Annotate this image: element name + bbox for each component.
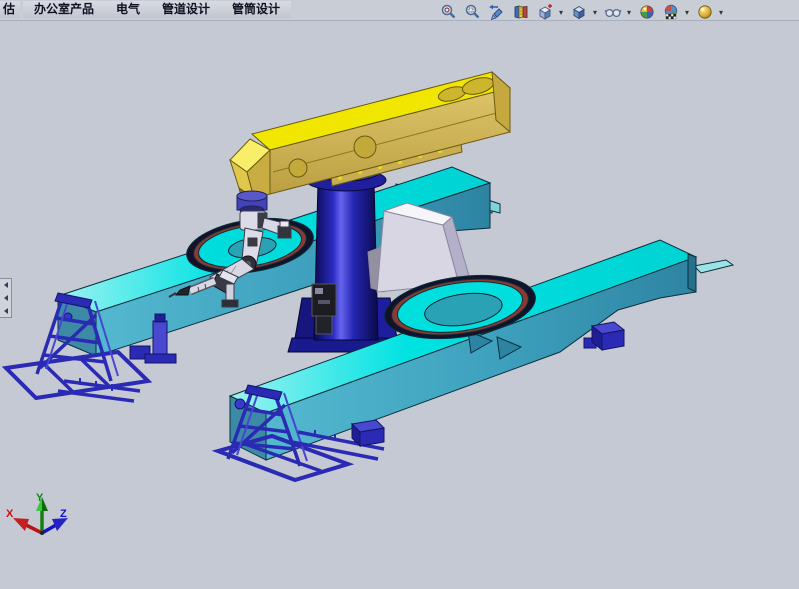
tab-electrical[interactable]: 电气 bbox=[105, 1, 151, 18]
view-orientation-dropdown-arrow[interactable]: ▾ bbox=[557, 8, 565, 17]
hide-show-items-button[interactable] bbox=[602, 2, 623, 22]
tab-tubing-design[interactable]: 管筒设计 bbox=[221, 1, 291, 18]
collapse-arrow-icon bbox=[4, 282, 8, 288]
checkered-sphere-icon bbox=[662, 3, 680, 21]
display-style-button[interactable] bbox=[568, 2, 589, 22]
tab-partial[interactable]: 估 bbox=[0, 1, 20, 18]
tab-piping-design[interactable]: 管道设计 bbox=[151, 1, 221, 18]
application-window: X Y Z 估 办公室产品 电气 管道设计 管筒设计 bbox=[0, 0, 799, 589]
edit-appearance-button[interactable] bbox=[636, 2, 657, 22]
heads-up-view-toolbar: ▾ ▾ ▾ bbox=[438, 2, 725, 22]
eyeglasses-icon bbox=[604, 3, 622, 21]
magnifier-icon bbox=[440, 3, 458, 21]
gold-sphere-icon bbox=[696, 3, 714, 21]
tab-office-products[interactable]: 办公室产品 bbox=[23, 1, 105, 18]
shaded-cube-icon bbox=[570, 3, 588, 21]
zoom-to-area-button[interactable] bbox=[462, 2, 483, 22]
view-settings-dropdown-arrow[interactable]: ▾ bbox=[717, 8, 725, 17]
section-slab-icon bbox=[512, 3, 530, 21]
previous-view-button[interactable] bbox=[486, 2, 507, 22]
view-orientation-button[interactable] bbox=[534, 2, 555, 22]
triad-y-label: Y bbox=[36, 492, 44, 504]
zoom-to-fit-button[interactable] bbox=[438, 2, 459, 22]
apply-scene-button[interactable] bbox=[660, 2, 681, 22]
support-block-mid[interactable] bbox=[352, 420, 384, 446]
color-sphere-icon bbox=[638, 3, 656, 21]
display-style-dropdown-arrow[interactable]: ▾ bbox=[591, 8, 599, 17]
collapse-arrow-icon bbox=[4, 308, 8, 314]
graphics-viewport[interactable]: X Y Z bbox=[0, 0, 799, 589]
section-view-button[interactable] bbox=[510, 2, 531, 22]
view-settings-button[interactable] bbox=[694, 2, 715, 22]
magnifier-area-icon bbox=[464, 3, 482, 21]
cube-plus-icon bbox=[536, 3, 554, 21]
back-arrow-pen-icon bbox=[488, 3, 506, 21]
control-device[interactable] bbox=[312, 284, 336, 334]
triad-z-label: Z bbox=[60, 508, 67, 520]
apply-scene-dropdown-arrow[interactable]: ▾ bbox=[683, 8, 691, 17]
panel-collapse-tab[interactable] bbox=[0, 278, 12, 318]
collapse-arrow-icon bbox=[4, 295, 8, 301]
hide-show-items-dropdown-arrow[interactable]: ▾ bbox=[625, 8, 633, 17]
triad-x-label: X bbox=[6, 508, 14, 520]
